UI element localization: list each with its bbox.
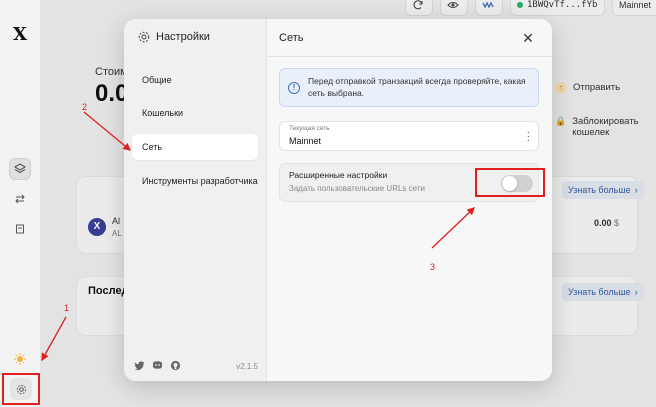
book-icon[interactable] [9,218,31,240]
current-network-value: Mainnet [289,136,322,146]
kebab-icon[interactable]: · · · [527,128,530,146]
annotation-number-3: 3 [430,262,436,272]
settings-modal: Настройки Общие Кошельки Сеть Инструмент… [124,19,552,381]
toggle-knob [502,176,517,191]
info-icon: ! [288,81,300,94]
current-network-select[interactable]: Текущая сеть Mainnet · · · [279,121,539,151]
close-icon[interactable]: ✕ [520,30,536,46]
annotation-number-2: 2 [82,102,88,112]
settings-nav: Настройки Общие Кошельки Сеть Инструмент… [124,19,267,381]
swap-icon[interactable] [9,188,31,210]
panel-header: Сеть [267,19,552,57]
network-settings-panel: Сеть ✕ ! Перед отправкой транзакций всег… [267,19,552,381]
nav-item-general[interactable]: Общие [132,67,258,93]
discord-icon[interactable] [152,360,163,370]
gear-icon [138,31,150,43]
advanced-toggle-highlight [475,168,545,197]
side-rail: X [0,0,41,407]
settings-button[interactable] [2,373,40,405]
layers-icon[interactable] [9,158,31,180]
nav-item-wallets[interactable]: Кошельки [132,100,258,126]
annotation-number-1: 1 [64,303,70,313]
modal-title-text: Настройки [156,31,210,43]
modal-title: Настройки [138,31,210,43]
info-text: Перед отправкой транзакций всегда провер… [308,76,526,98]
nav-item-network[interactable]: Сеть [132,134,258,160]
social-links [134,360,181,371]
github-icon[interactable] [170,360,181,371]
gear-icon [10,378,32,400]
nav-item-dev-tools[interactable]: Инструменты разработчика [132,168,258,194]
twitter-icon[interactable] [134,360,145,370]
app-version: v2.1.5 [236,362,258,371]
app-logo: X [13,24,27,45]
info-banner: ! Перед отправкой транзакций всегда пров… [279,68,539,107]
sun-icon[interactable] [9,348,31,370]
advanced-toggle[interactable] [501,175,533,192]
current-network-label: Текущая сеть [289,125,330,132]
